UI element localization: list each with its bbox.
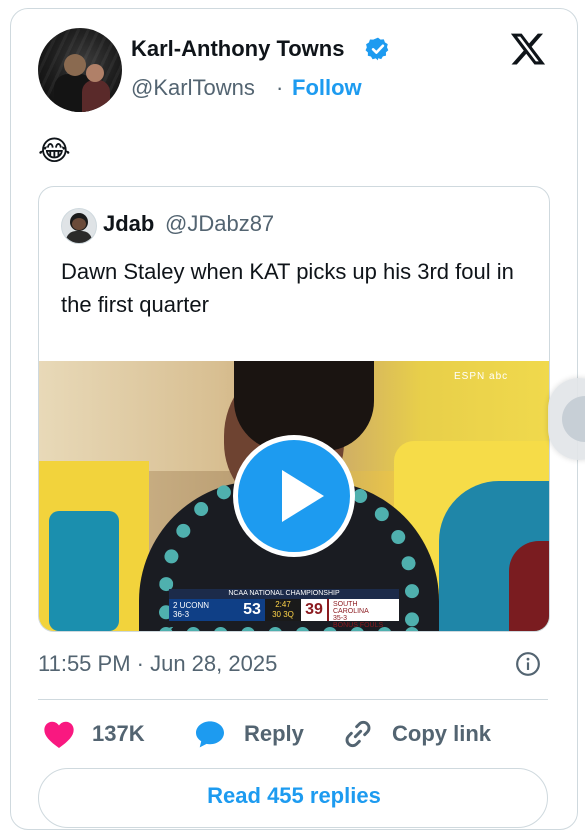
handle-separator: · bbox=[276, 75, 284, 100]
divider bbox=[38, 699, 548, 700]
scoreboard: NCAA NATIONAL CHAMPIONSHIP 2 UCONN 36-3 … bbox=[169, 589, 399, 629]
author-avatar[interactable] bbox=[38, 28, 122, 112]
team1-record: 36-3 bbox=[173, 610, 190, 619]
quoted-tweet-text: Dawn Staley when KAT picks up his 3rd fo… bbox=[61, 259, 514, 317]
scroll-handle[interactable] bbox=[548, 378, 585, 460]
scoreboard-header: NCAA NATIONAL CHAMPIONSHIP bbox=[169, 589, 399, 599]
clock-time: 2:47 bbox=[275, 600, 291, 609]
x-logo-icon[interactable] bbox=[508, 30, 548, 68]
quoted-avatar-shoulders bbox=[66, 231, 92, 243]
author-name[interactable]: Karl-Anthony Towns bbox=[131, 36, 344, 62]
scroll-handle-inner bbox=[562, 396, 585, 442]
quoted-author-handle: @JDabz87 bbox=[165, 211, 275, 236]
play-button[interactable] bbox=[233, 435, 355, 557]
heart-icon[interactable] bbox=[43, 719, 75, 749]
info-icon[interactable] bbox=[515, 651, 541, 677]
team2-tags: BONUS FOULS bbox=[333, 622, 384, 629]
quoted-tweet[interactable]: Jdab @JDabz87 Dawn Staley when KAT picks… bbox=[38, 186, 550, 632]
reply-icon[interactable] bbox=[193, 718, 227, 750]
team1-score: 53 bbox=[239, 599, 265, 621]
team2-name: SOUTH CAROLINA bbox=[333, 601, 369, 615]
reply-button[interactable]: Reply bbox=[244, 721, 304, 747]
team1-name: 2 UCONN bbox=[173, 601, 210, 610]
avatar-face-2 bbox=[86, 64, 104, 82]
avatar-figure-2 bbox=[82, 80, 110, 112]
person-right-edge bbox=[509, 541, 549, 631]
quoted-author-avatar[interactable] bbox=[61, 208, 97, 244]
quoted-avatar-face bbox=[72, 218, 86, 230]
broadcast-logo: ESPN abc bbox=[454, 371, 509, 382]
team2-record: 35-3 bbox=[333, 615, 348, 622]
quoted-author-name: Jdab bbox=[103, 211, 155, 236]
video-thumbnail[interactable]: ESPN abc NCAA NATIONAL CHAMPIONSHIP 2 UC… bbox=[39, 361, 549, 631]
copy-link-button[interactable]: Copy link bbox=[392, 721, 491, 747]
link-icon[interactable] bbox=[342, 718, 374, 750]
team1-label: 2 UCONN 36-3 bbox=[169, 599, 239, 621]
team2-score: 39 bbox=[301, 599, 327, 621]
chair-left-accent bbox=[49, 511, 119, 631]
team2-label: SOUTH CAROLINA 35-3 BONUS FOULS bbox=[327, 599, 399, 629]
avatar-face-1 bbox=[64, 54, 86, 76]
read-replies-label: Read 455 replies bbox=[207, 783, 381, 808]
play-icon bbox=[282, 470, 324, 522]
post-text: 😂 bbox=[38, 134, 71, 167]
post-timestamp[interactable]: 11:55 PM · Jun 28, 2025 bbox=[38, 651, 277, 677]
clock-period: 30 3Q bbox=[272, 610, 294, 619]
verified-badge-icon bbox=[365, 37, 389, 61]
follow-button[interactable]: Follow bbox=[292, 75, 362, 101]
author-handle[interactable]: @KarlTowns bbox=[131, 75, 255, 101]
game-clock: 2:47 30 3Q bbox=[265, 599, 301, 621]
read-replies-button[interactable]: Read 455 replies bbox=[38, 768, 548, 828]
like-count[interactable]: 137K bbox=[92, 721, 145, 747]
